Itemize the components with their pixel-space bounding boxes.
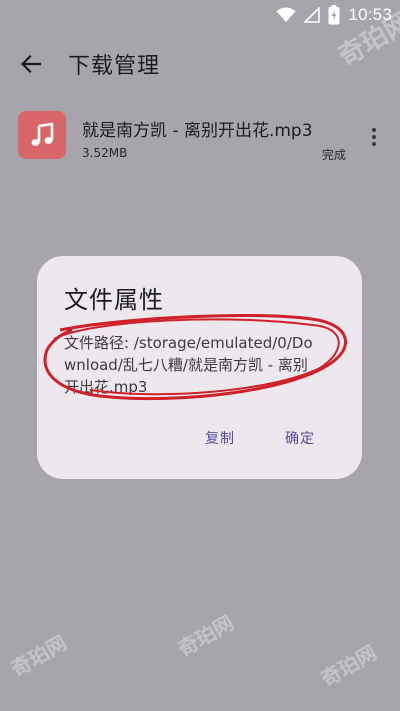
- arrow-left-icon: [20, 54, 42, 74]
- dialog-title: 文件属性: [64, 286, 164, 314]
- file-type-badge: [18, 111, 66, 159]
- dialog-actions: 复制 确定: [37, 428, 362, 452]
- watermark-bottom-center: 奇珀网: [173, 610, 238, 662]
- download-list-item[interactable]: 就是南方凯 - 离别开出花.mp3 3.52MB 完成: [0, 108, 400, 168]
- copy-button[interactable]: 复制: [205, 428, 235, 448]
- battery-charging-icon: [328, 5, 340, 25]
- status-bar: 奇珀网 10:53: [0, 0, 400, 72]
- status-time: 10:53: [348, 5, 392, 24]
- file-properties-dialog: 文件属性 文件路径: /storage/emulated/0/Download/…: [37, 256, 362, 479]
- file-name: 就是南方凯 - 离别开出花.mp3: [82, 121, 313, 141]
- status-icons: 10:53: [276, 3, 392, 27]
- music-note-icon: [31, 122, 54, 146]
- page-title: 下载管理: [68, 54, 161, 79]
- app-bar: 下载管理: [0, 40, 400, 88]
- more-vert-icon[interactable]: [364, 124, 384, 150]
- confirm-button[interactable]: 确定: [285, 428, 315, 448]
- signal-icon: [304, 7, 321, 23]
- back-button[interactable]: [14, 48, 48, 80]
- file-size: 3.52MB: [82, 146, 128, 160]
- watermark-bottom-left: 奇珀网: [6, 630, 71, 682]
- watermark-bottom-right: 奇珀网: [316, 640, 381, 692]
- wifi-icon: [276, 7, 296, 23]
- download-status: 完成: [322, 148, 347, 162]
- file-path-text: 文件路径: /storage/emulated/0/Download/乱七八糟/…: [64, 334, 313, 396]
